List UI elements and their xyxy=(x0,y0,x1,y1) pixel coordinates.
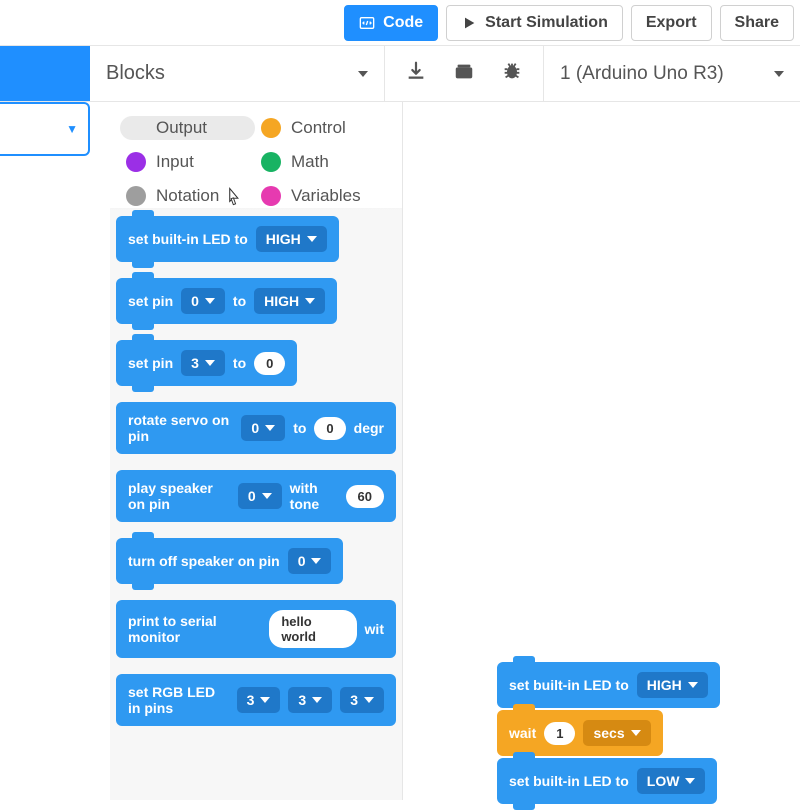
component-dropdown-stub[interactable]: ▼ xyxy=(0,102,90,156)
code-icon xyxy=(359,15,375,31)
block-categories: Output Input Notation Control Math xyxy=(110,102,400,221)
code-mode-dropdown[interactable]: Blocks xyxy=(90,46,385,101)
category-label: Math xyxy=(291,152,329,172)
math-dot-icon xyxy=(261,152,281,172)
code-mode-label: Blocks xyxy=(106,62,165,85)
block-wait[interactable]: wait 1 secs xyxy=(497,710,663,756)
value-dropdown[interactable]: HIGH xyxy=(637,672,708,698)
block-rotate-servo[interactable]: rotate servo on pin 0 to 0 degr xyxy=(116,402,396,454)
code-button-label: Code xyxy=(383,14,423,32)
category-label: Variables xyxy=(291,186,361,206)
value-dropdown[interactable]: HIGH xyxy=(254,288,325,314)
chevron-down-icon xyxy=(358,71,368,77)
block-text: set built-in LED to xyxy=(128,231,248,247)
block-set-rgb-led[interactable]: set RGB LED in pins 3 3 3 xyxy=(116,674,396,726)
block-set-builtin-led[interactable]: set built-in LED to LOW xyxy=(497,758,717,804)
block-text: set pin xyxy=(128,355,173,371)
block-palette: set built-in LED to HIGH set pin 0 to HI… xyxy=(110,208,402,800)
second-toolbar: Blocks 1 (Arduino Uno R3) xyxy=(0,46,800,102)
board-label: 1 (Arduino Uno R3) xyxy=(560,63,724,85)
code-workspace[interactable]: set built-in LED to HIGH wait 1 secs set… xyxy=(402,102,800,800)
category-output[interactable]: Output xyxy=(120,116,255,140)
library-icon[interactable] xyxy=(453,60,475,87)
category-label: Control xyxy=(291,118,346,138)
block-text: to xyxy=(293,420,306,436)
cursor-pointer-icon xyxy=(225,187,241,205)
block-set-pin-value[interactable]: set pin 3 to 0 xyxy=(116,340,297,386)
start-simulation-label: Start Simulation xyxy=(485,14,608,32)
block-text: set RGB LED in pins xyxy=(128,684,229,716)
block-text: with tone xyxy=(290,480,338,512)
top-toolbar: Code Start Simulation Export Share xyxy=(0,0,800,46)
block-text: turn off speaker on pin xyxy=(128,553,280,569)
input-dot-icon xyxy=(126,152,146,172)
block-stack[interactable]: set built-in LED to HIGH wait 1 secs set… xyxy=(497,662,720,804)
block-text: set built-in LED to xyxy=(509,677,629,693)
block-play-speaker[interactable]: play speaker on pin 0 with tone 60 xyxy=(116,470,396,522)
start-simulation-button[interactable]: Start Simulation xyxy=(446,5,623,41)
category-input[interactable]: Input xyxy=(120,150,255,174)
block-text: set pin xyxy=(128,293,173,309)
chevron-down-icon xyxy=(774,71,784,77)
download-icon[interactable] xyxy=(405,60,427,87)
text-input[interactable]: hello world xyxy=(269,610,356,648)
pin-dropdown[interactable]: 0 xyxy=(241,415,285,441)
block-text: print to serial monitor xyxy=(128,613,261,645)
category-variables[interactable]: Variables xyxy=(255,184,390,208)
pin-dropdown[interactable]: 0 xyxy=(181,288,225,314)
category-math[interactable]: Math xyxy=(255,150,390,174)
block-text: play speaker on pin xyxy=(128,480,230,512)
pin-dropdown[interactable]: 3 xyxy=(340,687,384,713)
value-dropdown[interactable]: HIGH xyxy=(256,226,327,252)
category-label: Notation xyxy=(156,186,219,206)
value-input[interactable]: 0 xyxy=(254,352,285,375)
code-tool-icons xyxy=(385,46,544,101)
share-label: Share xyxy=(735,14,779,32)
chevron-down-icon: ▼ xyxy=(66,122,78,136)
value-dropdown[interactable]: LOW xyxy=(637,768,706,794)
pin-dropdown[interactable]: 3 xyxy=(237,687,281,713)
board-dropdown[interactable]: 1 (Arduino Uno R3) xyxy=(544,46,800,101)
category-label: Input xyxy=(156,152,194,172)
value-input[interactable]: 60 xyxy=(346,485,384,508)
control-dot-icon xyxy=(261,118,281,138)
export-button[interactable]: Export xyxy=(631,5,712,41)
notation-dot-icon xyxy=(126,186,146,206)
pin-dropdown[interactable]: 3 xyxy=(181,350,225,376)
value-input[interactable]: 0 xyxy=(314,417,345,440)
pin-dropdown[interactable]: 0 xyxy=(288,548,332,574)
output-dot-icon xyxy=(126,118,146,138)
block-set-builtin-led[interactable]: set built-in LED to HIGH xyxy=(497,662,720,708)
block-text: degr xyxy=(354,420,384,436)
code-button[interactable]: Code xyxy=(344,5,438,41)
block-text: set built-in LED to xyxy=(509,773,629,789)
block-set-builtin-led[interactable]: set built-in LED to HIGH xyxy=(116,216,339,262)
block-text: rotate servo on pin xyxy=(128,412,233,444)
block-set-pin-high[interactable]: set pin 0 to HIGH xyxy=(116,278,337,324)
pin-dropdown[interactable]: 0 xyxy=(238,483,282,509)
block-text: wit xyxy=(365,621,384,637)
export-label: Export xyxy=(646,14,697,32)
block-text: wait xyxy=(509,725,536,741)
block-text: to xyxy=(233,293,246,309)
block-turn-off-speaker[interactable]: turn off speaker on pin 0 xyxy=(116,538,343,584)
category-control[interactable]: Control xyxy=(255,116,390,140)
category-notation[interactable]: Notation xyxy=(120,184,255,208)
share-button[interactable]: Share xyxy=(720,5,794,41)
left-blue-tab[interactable] xyxy=(0,46,90,101)
debug-icon[interactable] xyxy=(501,60,523,87)
category-label: Output xyxy=(156,118,207,138)
value-input[interactable]: 1 xyxy=(544,722,575,745)
pin-dropdown[interactable]: 3 xyxy=(288,687,332,713)
block-print-serial[interactable]: print to serial monitor hello world wit xyxy=(116,600,396,658)
unit-dropdown[interactable]: secs xyxy=(583,720,650,746)
variables-dot-icon xyxy=(261,186,281,206)
block-text: to xyxy=(233,355,246,371)
play-icon xyxy=(461,15,477,31)
